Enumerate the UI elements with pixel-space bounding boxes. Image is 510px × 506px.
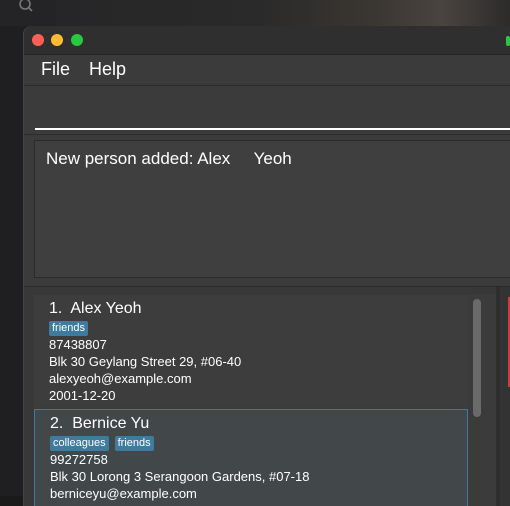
title-bar	[24, 26, 510, 55]
result-message: New person added: Alex Yeoh	[46, 149, 292, 168]
person-email: alexyeoh@example.com	[49, 371, 192, 386]
command-input[interactable]	[35, 94, 510, 130]
person-address: Blk 30 Geylang Street 29, #06-40	[49, 354, 242, 369]
result-display[interactable]: New person added: Alex Yeoh	[34, 140, 510, 278]
result-display-area: New person added: Alex Yeoh	[24, 136, 510, 284]
list-scrollbar[interactable]	[470, 295, 484, 506]
tag-list: colleagues friends	[50, 436, 154, 451]
app-window: File Help New person added: Alex Yeoh 1.…	[24, 26, 510, 506]
command-box-area	[24, 86, 510, 135]
person-email: berniceyu@example.com	[50, 486, 197, 501]
person-address: Blk 30 Lorong 3 Serangoon Gardens, #07-1…	[50, 469, 310, 484]
minimize-window-button[interactable]	[51, 34, 63, 46]
person-list[interactable]: 1. Alex Yeoh friends 87438807 Blk 30 Gey…	[34, 295, 496, 506]
person-phone: 99272758	[50, 452, 108, 467]
menu-bar: File Help	[24, 55, 510, 86]
status-indicator	[506, 36, 510, 46]
person-date: 2001-12-20	[49, 388, 116, 403]
person-card-selected[interactable]: 2. Bernice Yu colleagues friends 9927275…	[34, 409, 468, 506]
person-name: 1. Alex Yeoh	[49, 300, 142, 317]
tag-list: friends	[49, 321, 89, 336]
menu-help[interactable]: Help	[89, 59, 126, 80]
person-card[interactable]: 1. Alex Yeoh friends 87438807 Blk 30 Gey…	[34, 295, 468, 407]
tag: friends	[49, 321, 89, 336]
close-window-button[interactable]	[32, 34, 44, 46]
menu-file[interactable]: File	[41, 59, 70, 80]
maximize-window-button[interactable]	[71, 34, 83, 46]
person-name: 2. Bernice Yu	[50, 415, 150, 432]
search-icon	[19, 0, 33, 12]
person-list-area: 1. Alex Yeoh friends 87438807 Blk 30 Gey…	[24, 286, 510, 506]
tag: friends	[114, 436, 154, 451]
scrollbar-thumb[interactable]	[473, 299, 481, 417]
tag: colleagues	[50, 436, 109, 451]
person-phone: 87438807	[49, 337, 107, 352]
